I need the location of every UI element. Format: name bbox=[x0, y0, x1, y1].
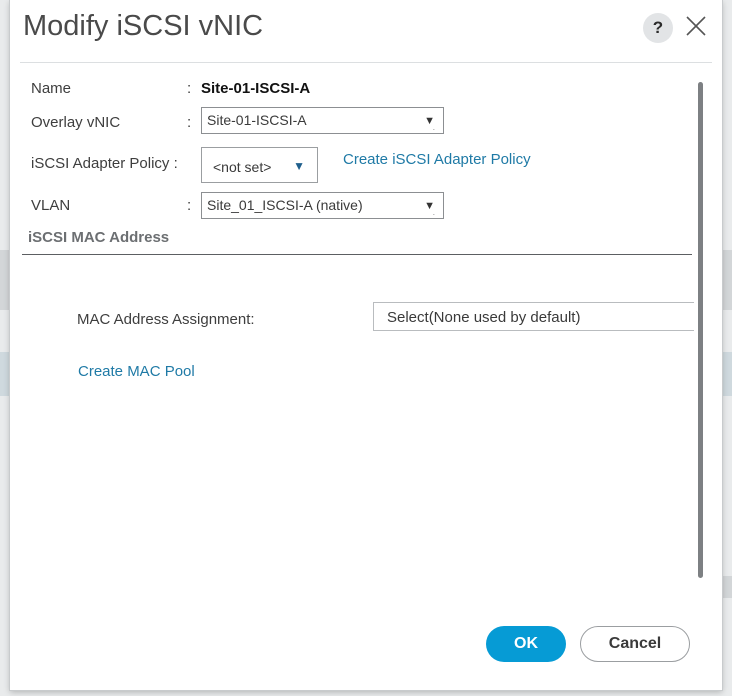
vlan-value: Site_01_ISCSI-A (native) bbox=[207, 197, 363, 213]
chevron-down-icon: ▼ bbox=[293, 159, 305, 173]
background-strip bbox=[722, 352, 732, 396]
mac-address-assignment-label: MAC Address Assignment: bbox=[77, 311, 255, 328]
mac-address-assignment-select[interactable]: Select(None used by default) bbox=[373, 302, 694, 331]
resize-dot-icon: . bbox=[432, 208, 435, 217]
background-strip bbox=[722, 250, 732, 310]
dialog-title: Modify iSCSI vNIC bbox=[23, 10, 264, 42]
adapter-policy-value: <not set> bbox=[213, 159, 272, 175]
header-divider bbox=[20, 62, 712, 63]
vlan-label: VLAN bbox=[31, 197, 71, 214]
help-icon[interactable]: ? bbox=[643, 13, 673, 43]
name-colon: : bbox=[187, 80, 192, 97]
mac-address-assignment-value: Select(None used by default) bbox=[387, 309, 581, 326]
overlay-vnic-colon: : bbox=[187, 114, 192, 131]
close-icon[interactable] bbox=[684, 14, 708, 38]
section-divider bbox=[22, 254, 692, 255]
background-strip bbox=[722, 576, 732, 598]
cancel-button[interactable]: Cancel bbox=[580, 626, 690, 662]
vlan-select[interactable]: Site_01_ISCSI-A (native) ▼ . bbox=[201, 192, 444, 219]
background-strip bbox=[0, 250, 10, 310]
overlay-vnic-select[interactable]: Site-01-ISCSI-A ▼ . bbox=[201, 107, 444, 134]
create-mac-pool-link[interactable]: Create MAC Pool bbox=[78, 363, 195, 380]
vertical-scrollbar[interactable] bbox=[698, 82, 703, 578]
modify-iscsi-vnic-dialog: Modify iSCSI vNIC ? Name : Site-01-ISCSI… bbox=[10, 0, 722, 690]
vlan-colon: : bbox=[187, 197, 192, 214]
resize-dot-icon: . bbox=[432, 123, 435, 132]
background-strip bbox=[0, 352, 10, 396]
ok-button[interactable]: OK bbox=[486, 626, 566, 662]
adapter-policy-select[interactable]: <not set> ▼ bbox=[201, 147, 318, 183]
adapter-policy-label: iSCSI Adapter Policy : bbox=[31, 155, 178, 172]
iscsi-mac-address-section-title: iSCSI MAC Address bbox=[28, 229, 170, 246]
overlay-vnic-label: Overlay vNIC bbox=[31, 114, 121, 131]
overlay-vnic-value: Site-01-ISCSI-A bbox=[207, 112, 307, 128]
create-iscsi-adapter-policy-link[interactable]: Create iSCSI Adapter Policy bbox=[343, 151, 531, 168]
name-value: Site-01-ISCSI-A bbox=[201, 80, 311, 97]
name-label: Name bbox=[31, 80, 72, 97]
